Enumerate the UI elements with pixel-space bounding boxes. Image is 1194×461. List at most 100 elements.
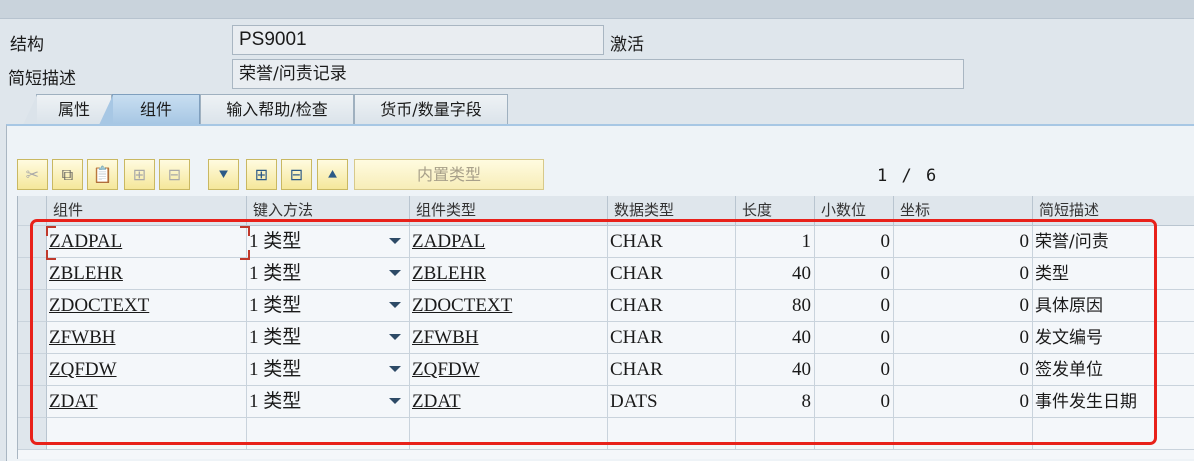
col-header-component[interactable]: 组件 xyxy=(47,196,247,226)
cell-coordinate[interactable] xyxy=(894,418,1033,450)
dropdown-arrow-icon[interactable] xyxy=(389,366,401,372)
cell-input-method-text: 1 类型 xyxy=(249,263,302,284)
col-header-data-type[interactable]: 数据类型 xyxy=(608,196,736,226)
cell-component-type-text: ZBLEHR xyxy=(412,263,486,284)
col-header-short-description[interactable]: 简短描述 xyxy=(1033,196,1194,226)
cell-input-method[interactable]: 1 类型 xyxy=(247,258,410,290)
collapse-icon[interactable]: ⊟ xyxy=(281,159,312,190)
insert-row-icon[interactable]: ⊞ xyxy=(124,159,155,190)
col-header-coordinate[interactable]: 坐标 xyxy=(894,196,1033,226)
cell-input-method[interactable]: 1 类型 xyxy=(247,290,410,322)
cell-component-type[interactable]: ZQFDW xyxy=(410,354,608,386)
move-up-icon[interactable]: ⯅ xyxy=(317,159,348,190)
cell-coordinate[interactable]: 0 xyxy=(894,386,1033,418)
dropdown-arrow-icon[interactable] xyxy=(389,398,401,404)
tab-components[interactable]: 组件 xyxy=(99,94,200,125)
cell-length[interactable]: 40 xyxy=(736,322,815,354)
col-header-input-method[interactable]: 键入方法 xyxy=(247,196,410,226)
cell-component-type-text: ZDOCTEXT xyxy=(412,295,513,316)
delete-row-icon[interactable]: ⊟ xyxy=(159,159,190,190)
cell-component-type[interactable]: ZFWBH xyxy=(410,322,608,354)
cell-decimals[interactable]: 0 xyxy=(815,226,894,258)
cell-length[interactable]: 80 xyxy=(736,290,815,322)
dropdown-arrow-icon[interactable] xyxy=(389,302,401,308)
cell-short-description-text: 签发单位 xyxy=(1035,360,1103,380)
cell-decimals-text: 0 xyxy=(880,295,891,316)
cell-component-type[interactable] xyxy=(410,418,608,450)
cell-coordinate[interactable]: 0 xyxy=(894,226,1033,258)
cell-coordinate[interactable]: 0 xyxy=(894,354,1033,386)
cell-coordinate[interactable]: 0 xyxy=(894,258,1033,290)
cell-data-type-text: DATS xyxy=(610,391,658,412)
cell-component-type-text: ZQFDW xyxy=(412,359,480,380)
row-selector[interactable] xyxy=(18,290,47,322)
cell-data-type[interactable]: CHAR xyxy=(608,290,736,322)
row-selector[interactable] xyxy=(18,226,47,258)
cell-component-type-text: ZDAT xyxy=(412,391,461,412)
cell-component[interactable]: ZQFDW xyxy=(47,354,247,386)
cell-data-type[interactable]: CHAR xyxy=(608,322,736,354)
cell-data-type[interactable] xyxy=(608,418,736,450)
cell-component-type[interactable]: ZBLEHR xyxy=(410,258,608,290)
cut-icon[interactable]: ✂ xyxy=(17,159,48,190)
move-down-icon[interactable]: ⯆ xyxy=(208,159,239,190)
cell-component[interactable]: ZDAT xyxy=(47,386,247,418)
cell-component[interactable] xyxy=(47,418,247,450)
cell-input-method-text: 1 类型 xyxy=(249,359,302,380)
row-selector[interactable] xyxy=(18,354,47,386)
tab-input-help-check[interactable]: 输入帮助/检查 xyxy=(200,94,354,124)
cell-input-method[interactable]: 1 类型 xyxy=(247,226,410,258)
cell-data-type[interactable]: CHAR xyxy=(608,226,736,258)
cell-decimals[interactable]: 0 xyxy=(815,290,894,322)
cell-decimals[interactable]: 0 xyxy=(815,322,894,354)
cell-component-type[interactable]: ZDAT xyxy=(410,386,608,418)
cell-decimals[interactable]: 0 xyxy=(815,354,894,386)
cell-input-method[interactable]: 1 类型 xyxy=(247,322,410,354)
status-text: 激活 xyxy=(610,35,644,55)
cell-component-text: ZADPAL xyxy=(49,231,123,252)
copy-icon[interactable]: ⧉ xyxy=(52,159,83,190)
tab-currency-quantity-fields[interactable]: 货币/数量字段 xyxy=(354,94,508,124)
row-selector[interactable] xyxy=(18,386,47,418)
tab-label: 货币/数量字段 xyxy=(380,100,482,119)
cell-decimals[interactable]: 0 xyxy=(815,258,894,290)
cell-data-type[interactable]: CHAR xyxy=(608,258,736,290)
cell-coordinate[interactable]: 0 xyxy=(894,290,1033,322)
cell-decimals[interactable] xyxy=(815,418,894,450)
cell-decimals[interactable]: 0 xyxy=(815,386,894,418)
short-description-field[interactable]: 荣誉/问责记录 xyxy=(232,59,964,89)
cell-length[interactable]: 40 xyxy=(736,258,815,290)
cell-input-method-text: 1 类型 xyxy=(249,295,302,316)
row-selector[interactable] xyxy=(18,418,47,450)
cell-input-method[interactable]: 1 类型 xyxy=(247,386,410,418)
cell-length[interactable]: 8 xyxy=(736,386,815,418)
cell-component[interactable]: ZFWBH xyxy=(47,322,247,354)
cell-length[interactable]: 1 xyxy=(736,226,815,258)
builtin-type-button[interactable]: 内置类型 xyxy=(354,159,544,190)
dropdown-arrow-icon[interactable] xyxy=(389,238,401,244)
header-row-selector[interactable] xyxy=(18,196,47,226)
expand-icon[interactable]: ⊞ xyxy=(246,159,277,190)
cell-data-type[interactable]: DATS xyxy=(608,386,736,418)
dropdown-arrow-icon[interactable] xyxy=(389,270,401,276)
col-header-length[interactable]: 长度 xyxy=(736,196,815,226)
row-selector[interactable] xyxy=(18,322,47,354)
cell-component-type-text: ZADPAL xyxy=(412,231,486,252)
col-header-decimals[interactable]: 小数位 xyxy=(815,196,894,226)
cell-component-type[interactable]: ZDOCTEXT xyxy=(410,290,608,322)
cell-length[interactable] xyxy=(736,418,815,450)
dropdown-arrow-icon[interactable] xyxy=(389,334,401,340)
cell-component[interactable]: ZBLEHR xyxy=(47,258,247,290)
structure-field[interactable]: PS9001 xyxy=(232,25,604,55)
cell-input-method[interactable] xyxy=(247,418,410,450)
cell-length[interactable]: 40 xyxy=(736,354,815,386)
cell-component[interactable]: ZDOCTEXT xyxy=(47,290,247,322)
cell-component[interactable]: ZADPAL xyxy=(47,226,247,258)
paste-icon[interactable]: 📋 xyxy=(87,159,118,190)
cell-coordinate[interactable]: 0 xyxy=(894,322,1033,354)
row-selector[interactable] xyxy=(18,258,47,290)
cell-data-type[interactable]: CHAR xyxy=(608,354,736,386)
cell-component-type[interactable]: ZADPAL xyxy=(410,226,608,258)
cell-input-method[interactable]: 1 类型 xyxy=(247,354,410,386)
col-header-component-type[interactable]: 组件类型 xyxy=(410,196,608,226)
